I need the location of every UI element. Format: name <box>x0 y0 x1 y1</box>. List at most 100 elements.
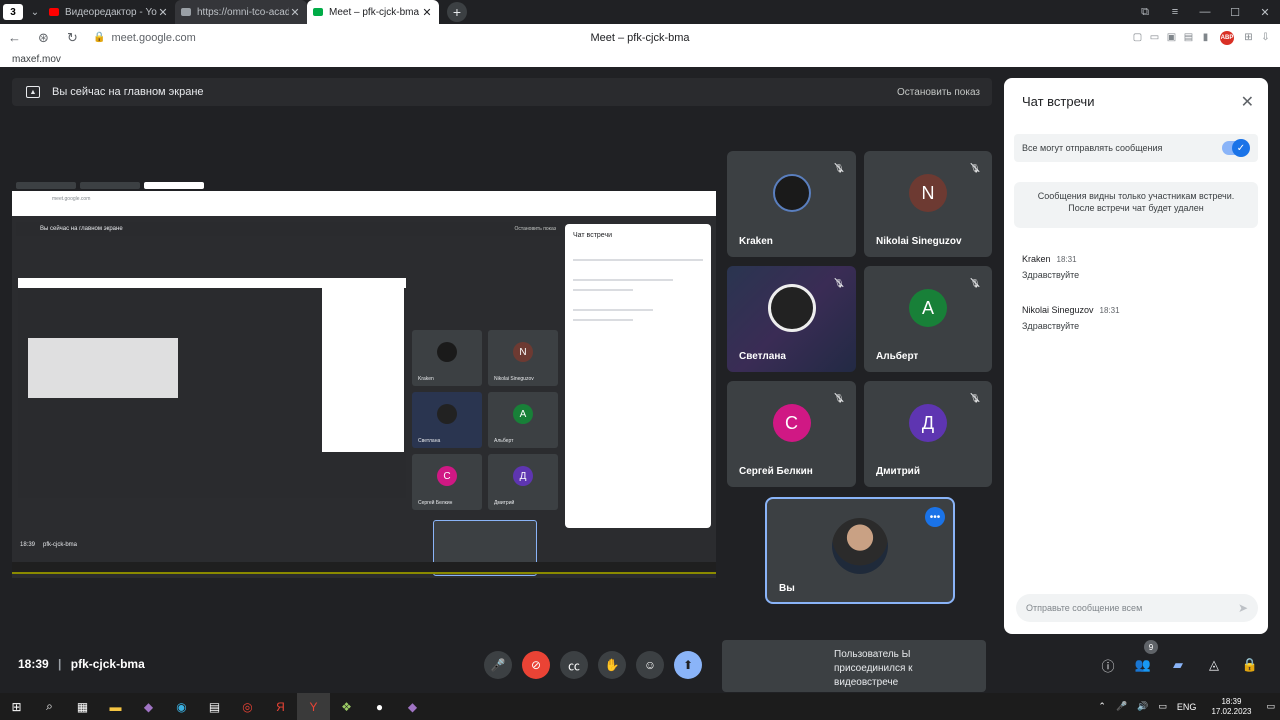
participant-name: Nikolai Sineguzov <box>876 236 962 247</box>
visual-studio-icon[interactable]: ◆ <box>396 693 429 720</box>
start-icon[interactable]: ⊞ <box>0 693 33 720</box>
windows-taskbar: ⊞ ⌕ ▦ ▬ ◆ ◉ ▤ ◎ Я Y ❖ ● ◆ ⌃ 🎤 🔊 ▭ ENG 18… <box>0 693 1280 720</box>
present-icon: ▲ <box>26 86 40 98</box>
close-icon[interactable]: ✕ <box>157 6 169 19</box>
shared-avatar: Д <box>513 466 533 487</box>
info-icon[interactable]: ⓘ <box>1098 655 1118 675</box>
adblock-icon[interactable]: ABP <box>1220 30 1234 45</box>
shared-tabbar <box>12 180 716 191</box>
page-icon <box>181 8 191 16</box>
shared-browser-chrome: meet.google.com <box>12 180 716 216</box>
self-avatar <box>832 518 888 575</box>
permission-label: Все могут отправлять сообщения <box>1022 143 1163 153</box>
shared-avatar <box>437 404 457 425</box>
video-icon[interactable]: ▭ <box>1146 32 1163 43</box>
camera-icon[interactable]: ▢ <box>1129 32 1146 43</box>
join-notification: Пользователь Ы присоединился к видеовстр… <box>722 640 986 692</box>
store-icon[interactable]: ▤ <box>198 693 231 720</box>
message-text: Здравствуйте <box>1022 270 1080 280</box>
close-icon[interactable]: ✕ <box>421 6 433 19</box>
raise-hand-button[interactable]: ✋ <box>598 651 626 679</box>
close-window-icon[interactable]: ✕ <box>1250 6 1280 19</box>
new-tab-button[interactable]: + <box>447 2 467 22</box>
bookmark-icon[interactable]: ▮ <box>1197 32 1214 43</box>
maximize-icon[interactable]: ☐ <box>1220 6 1250 19</box>
mic-button[interactable]: 🎤 <box>484 651 512 679</box>
avatar <box>772 174 811 213</box>
host-controls-icon[interactable]: 🔒 <box>1240 655 1260 675</box>
participant-tile-svetlana[interactable]: Светлана <box>727 266 856 372</box>
allow-messages-toggle[interactable] <box>1222 139 1250 157</box>
app-icon[interactable]: ❖ <box>330 693 363 720</box>
captions-button[interactable]: ㏄ <box>560 651 588 679</box>
edge-icon[interactable]: ◉ <box>165 693 198 720</box>
translate-icon[interactable]: ⊞ <box>1240 32 1257 43</box>
reload-icon[interactable]: ↻ <box>58 30 87 46</box>
camera-off-icon: ⊘ <box>530 658 542 672</box>
participant-tile-sergey[interactable]: С Сергей Белкин <box>727 381 856 487</box>
yandex-icon[interactable]: Я <box>264 693 297 720</box>
download-icon[interactable]: ⇩ <box>1257 32 1274 43</box>
mic-off-icon <box>970 163 980 173</box>
shared-avatar: N <box>513 342 533 363</box>
participant-tile-albert[interactable]: A Альберт <box>864 266 992 372</box>
banner-text: Вы сейчас на главном экране <box>52 86 204 98</box>
shared-stop-text: Остановить показ <box>514 226 556 232</box>
obs-icon[interactable]: ● <box>363 693 396 720</box>
chevron-up-icon[interactable]: ⌃ <box>1098 701 1106 712</box>
network-icon[interactable]: ▭ <box>1158 701 1167 712</box>
tab-youtube[interactable]: Видеоредактор - YouTube ✕ <box>43 0 175 24</box>
yandex-browser-icon[interactable]: Y <box>297 693 330 720</box>
yandex-icon[interactable]: ⊛ <box>29 30 58 46</box>
screen-icon[interactable]: ▣ <box>1163 32 1180 43</box>
mic-icon: 🎤 <box>490 658 506 672</box>
tab-title: Meet – pfk-cjck-bma <box>329 6 420 18</box>
presenting-banner: ▲ Вы сейчас на главном экране Остановить… <box>12 78 992 106</box>
avatar: A <box>909 289 947 328</box>
close-icon[interactable]: ✕ <box>1241 92 1254 112</box>
participant-tile-nikolai[interactable]: N Nikolai Sineguzov <box>864 151 992 257</box>
more-options-icon[interactable]: ••• <box>925 507 945 527</box>
close-icon[interactable]: ✕ <box>289 6 301 19</box>
emoji-icon: ☺ <box>643 658 657 672</box>
emoji-button[interactable]: ☺ <box>636 651 664 679</box>
chat-icon[interactable]: ▤ <box>1180 32 1197 43</box>
task-view-icon[interactable]: ▦ <box>66 693 99 720</box>
language-indicator[interactable]: ENG <box>1177 702 1197 712</box>
people-icon[interactable]: 👥 <box>1133 655 1153 675</box>
clock[interactable]: 18:39 17.02.2023 <box>1211 697 1251 717</box>
visual-studio-icon[interactable]: ◆ <box>132 693 165 720</box>
activities-icon[interactable]: ◬ <box>1204 655 1224 675</box>
send-icon[interactable]: ➤ <box>1238 601 1248 615</box>
tab-meet[interactable]: Meet – pfk-cjck-bma ✕ <box>307 0 439 24</box>
back-icon[interactable]: ← <box>0 30 29 45</box>
present-button[interactable]: ⬆ <box>674 651 702 679</box>
search-icon[interactable]: ⌕ <box>33 693 66 720</box>
tab-count-badge[interactable]: 3 <box>3 4 23 20</box>
shared-avatar: С <box>437 466 457 487</box>
chat-input[interactable]: Отправьте сообщение всем ➤ <box>1016 594 1258 622</box>
tab-search-icon[interactable]: ⧉ <box>1130 6 1160 19</box>
meet-controls-bar: 18:39 | pfk-cjck-bma 🎤 ⊘ ㏄ ✋ ☺ ⬆ Пользов… <box>0 639 1280 693</box>
self-tile[interactable]: ••• Вы <box>765 497 955 604</box>
volume-icon[interactable]: 🔊 <box>1137 701 1148 712</box>
participant-tile-dmitry[interactable]: Д Дмитрий <box>864 381 992 487</box>
camera-button[interactable]: ⊘ <box>522 651 550 679</box>
participant-tile-kraken[interactable]: Kraken <box>727 151 856 257</box>
chat-icon[interactable]: ▰ <box>1168 655 1188 675</box>
minimize-icon[interactable]: — <box>1190 6 1220 18</box>
tab-list-chevron-icon[interactable]: ⌄ <box>27 7 43 18</box>
tab-title: Видеоредактор - YouTube <box>65 6 157 18</box>
participant-name: Дмитрий <box>876 466 920 477</box>
menu-icon[interactable]: ≡ <box>1160 6 1190 18</box>
bookmark-item[interactable]: maxef.mov <box>12 54 61 65</box>
mic-tray-icon[interactable]: 🎤 <box>1116 701 1127 712</box>
tab-omni[interactable]: https://omni-tco-acade ✕ <box>175 0 307 24</box>
folder-icon[interactable]: ▬ <box>99 693 132 720</box>
stop-sharing-button[interactable]: Остановить показ <box>897 87 980 98</box>
shared-tile: A Альберт <box>488 392 558 448</box>
shared-code: pfk-cjck-bma <box>43 542 78 548</box>
notifications-icon[interactable]: ▭ <box>1266 701 1275 712</box>
chrome-icon[interactable]: ◎ <box>231 693 264 720</box>
url-field[interactable]: 🔒 meet.google.com <box>93 32 196 44</box>
